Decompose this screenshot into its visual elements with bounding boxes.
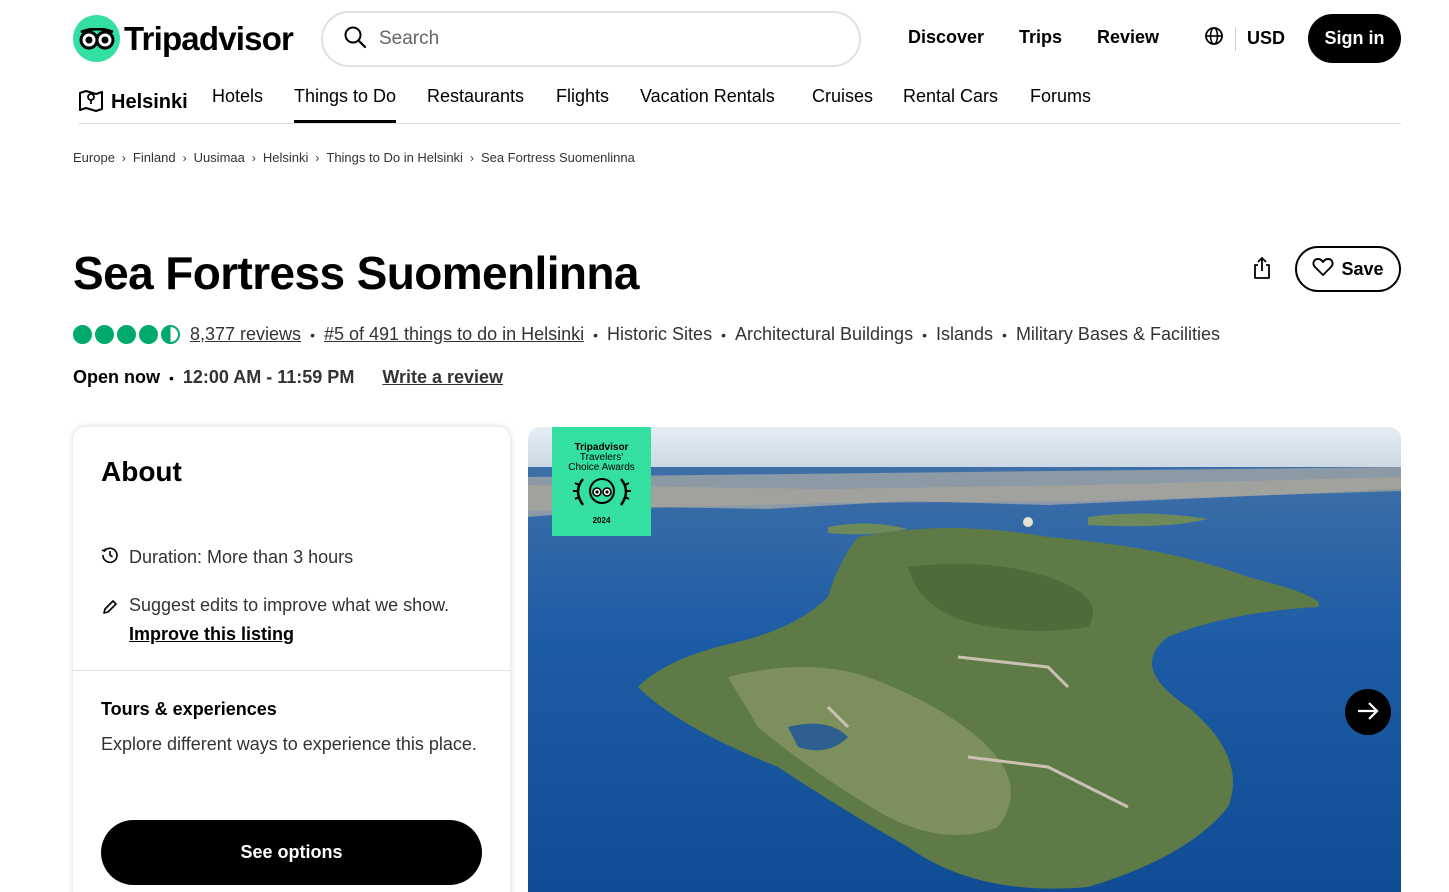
search-icon — [343, 25, 367, 54]
divider — [1235, 26, 1236, 51]
separator-dot: • — [593, 326, 599, 343]
owl-logo-icon — [73, 15, 120, 62]
search-bar[interactable] — [321, 11, 861, 67]
hero-photo[interactable]: Tripadvisor Travelers' Choice Awards 202… — [528, 427, 1401, 892]
aerial-island-photo — [528, 427, 1401, 892]
rank-link[interactable]: #5 of 491 things to do in Helsinki — [324, 324, 584, 345]
breadcrumb-things-to-do[interactable]: Things to Do in Helsinki — [326, 150, 463, 165]
next-photo-button[interactable] — [1345, 689, 1391, 735]
page-title: Sea Fortress Suomenlinna — [73, 247, 639, 299]
chevron-right-icon: › — [251, 150, 256, 165]
sub-nav: Helsinki Hotels Things to Do Restaurants… — [78, 78, 1401, 124]
subnav-cruises[interactable]: Cruises — [812, 86, 873, 123]
opening-hours: 12:00 AM - 11:59 PM — [182, 367, 355, 387]
hours-line: Open now • 12:00 AM - 11:59 PM Write a r… — [73, 367, 503, 388]
rating-bubble-full — [139, 325, 158, 344]
write-review-link[interactable]: Write a review — [382, 367, 503, 388]
logo-text: Tripadvisor — [124, 19, 294, 57]
tours-heading: Tours & experiences — [101, 699, 277, 719]
open-status: Open now — [73, 367, 160, 387]
breadcrumb: Europe › Finland › Uusimaa › Helsinki › … — [73, 150, 635, 165]
chevron-right-icon: › — [121, 150, 126, 165]
save-button[interactable]: Save — [1295, 246, 1401, 292]
rating-bubble-full — [73, 325, 92, 344]
chevron-right-icon: › — [182, 150, 187, 165]
subnav-restaurants[interactable]: Restaurants — [427, 86, 524, 123]
nav-trips[interactable]: Trips — [1019, 27, 1062, 48]
card-divider — [73, 670, 510, 671]
separator-dot: • — [922, 326, 927, 343]
subnav-rental-cars[interactable]: Rental Cars — [903, 86, 998, 123]
see-options-button[interactable]: See options — [101, 820, 482, 885]
breadcrumb-current: Sea Fortress Suomenlinna — [480, 150, 635, 165]
subnav-home-helsinki[interactable]: Helsinki — [78, 84, 188, 121]
clock-icon — [101, 546, 119, 569]
category-military-bases: Military Bases & Facilities — [1015, 324, 1220, 344]
reviews-link[interactable]: 8,377 reviews — [190, 324, 301, 345]
rating-bubble-full — [95, 325, 114, 344]
search-input[interactable] — [379, 28, 819, 50]
heart-icon — [1312, 257, 1334, 282]
arrow-right-icon — [1356, 700, 1380, 725]
improve-listing-link[interactable]: Improve this listing — [129, 624, 294, 644]
share-button[interactable] — [1246, 253, 1278, 285]
breadcrumb-finland[interactable]: Finland — [133, 150, 176, 165]
rating-bubble-half — [161, 325, 180, 344]
bubble-rating — [73, 325, 180, 344]
map-icon — [78, 88, 104, 118]
share-icon — [1251, 256, 1273, 283]
category-architectural-buildings: Architectural Buildings — [734, 324, 914, 344]
category-islands: Islands — [935, 324, 994, 344]
about-card: About Duration: More than 3 hours Sugges… — [73, 427, 510, 892]
separator-dot: • — [169, 369, 174, 386]
travelers-choice-badge: Tripadvisor Travelers' Choice Awards 202… — [552, 427, 651, 536]
subnav-home-label: Helsinki — [111, 91, 188, 113]
duration-text: Duration: More than 3 hours — [129, 547, 354, 567]
breadcrumb-europe[interactable]: Europe — [73, 150, 115, 165]
subnav-flights[interactable]: Flights — [556, 86, 609, 123]
suggest-edits-row: Suggest edits to improve what we show. I… — [101, 591, 449, 649]
nav-review[interactable]: Review — [1097, 27, 1159, 48]
duration-row: Duration: More than 3 hours — [101, 546, 353, 569]
badge-line3: Choice Awards — [568, 462, 635, 473]
tours-text: Explore different ways to experience thi… — [101, 734, 477, 754]
about-heading: About — [101, 456, 182, 487]
separator-dot: • — [721, 326, 726, 343]
tripadvisor-logo[interactable]: Tripadvisor — [73, 15, 294, 62]
rating-line: 8,377 reviews • #5 of 491 things to do i… — [73, 324, 1220, 345]
globe-icon — [1204, 26, 1224, 51]
chevron-right-icon: › — [469, 150, 474, 165]
separator-dot: • — [1002, 326, 1007, 343]
subnav-things-to-do[interactable]: Things to Do — [294, 86, 397, 123]
chevron-right-icon: › — [315, 150, 320, 165]
currency-selector[interactable]: USD — [1204, 26, 1285, 51]
laurel-owl-icon — [569, 473, 635, 518]
breadcrumb-uusimaa[interactable]: Uusimaa — [194, 150, 245, 165]
separator-dot: • — [310, 326, 315, 343]
nav-discover[interactable]: Discover — [908, 27, 984, 48]
suggest-text-block: Suggest edits to improve what we show. I… — [129, 591, 449, 649]
currency-label: USD — [1247, 28, 1286, 48]
category-historic-sites: Historic Sites — [607, 324, 713, 344]
subnav-vacation-rentals[interactable]: Vacation Rentals — [640, 86, 775, 123]
breadcrumb-helsinki[interactable]: Helsinki — [263, 150, 309, 165]
badge-year: 2024 — [592, 516, 611, 525]
top-header: Tripadvisor Discover Trips Review USD Si… — [0, 0, 1449, 78]
pencil-icon — [101, 596, 119, 625]
sign-in-button[interactable]: Sign in — [1308, 14, 1401, 63]
subnav-hotels[interactable]: Hotels — [212, 86, 263, 123]
subnav-forums[interactable]: Forums — [1030, 86, 1091, 123]
suggest-text: Suggest edits to improve what we show. — [129, 595, 450, 615]
save-label: Save — [1341, 258, 1384, 279]
rating-bubble-full — [117, 325, 136, 344]
